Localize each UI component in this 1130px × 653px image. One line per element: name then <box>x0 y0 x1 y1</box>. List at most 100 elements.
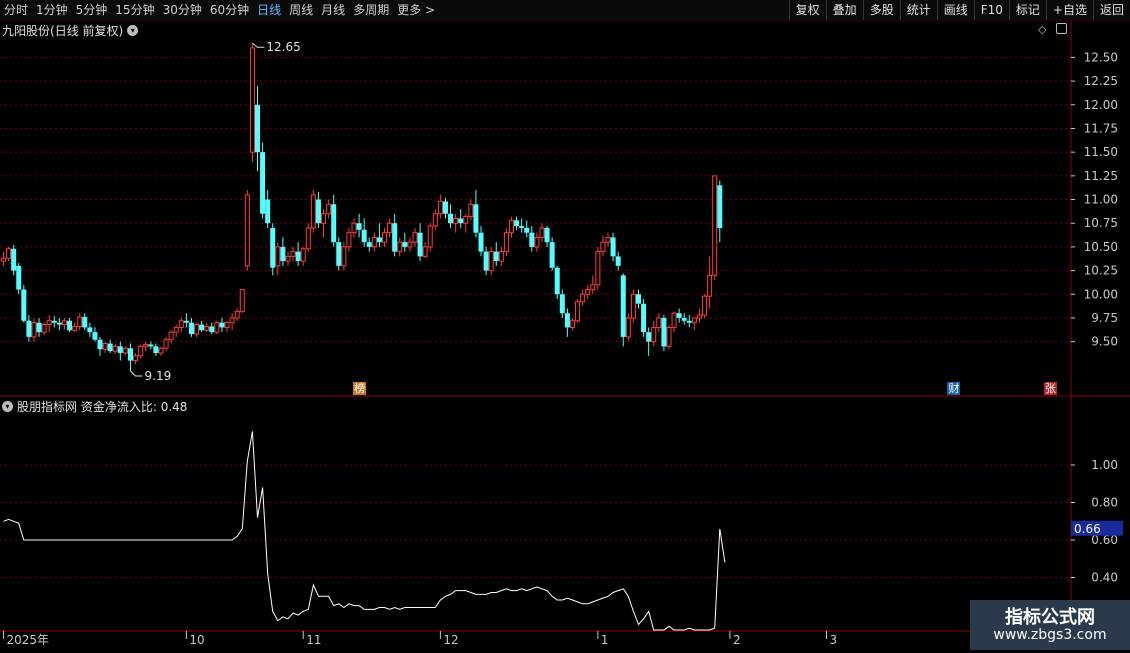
candle-body <box>524 227 530 233</box>
candle-body <box>417 232 423 257</box>
candle-body <box>569 320 575 328</box>
event-tag-2[interactable]: 张 <box>1043 382 1057 395</box>
indicator-value: 0.48 <box>160 399 188 414</box>
tab-9[interactable]: 多周期 <box>349 0 393 20</box>
candle-body <box>534 236 540 248</box>
tab-4[interactable]: 30分钟 <box>159 0 206 20</box>
chart-area[interactable]: 9.50 9.75 10.00 10.25 10.50 10.75 11.00 11.25 11… <box>0 21 1130 653</box>
toolbar-button-8[interactable]: 返回 <box>1092 0 1130 20</box>
time-tick-label: 10 <box>189 633 204 647</box>
candle-body <box>473 204 479 233</box>
candle-body <box>255 104 260 153</box>
toolbar-button-1[interactable]: 叠加 <box>825 0 863 20</box>
candle-body <box>199 324 205 331</box>
candle-body <box>539 227 545 238</box>
candle-body <box>178 320 184 328</box>
candle-body <box>387 222 393 234</box>
candle-body <box>87 327 93 333</box>
candle-body <box>636 294 641 304</box>
candle-body <box>36 322 42 333</box>
candle-body <box>300 248 306 262</box>
toolbar-button-6[interactable]: 标记 <box>1008 0 1046 20</box>
price-tick-label: 11.50 <box>1084 145 1118 159</box>
candle-body <box>326 203 332 215</box>
candle-body <box>366 242 372 247</box>
watermark-title: 指标公式网 <box>1005 607 1095 628</box>
toolbar-button-4[interactable]: 画线 <box>936 0 974 20</box>
toolbar-button-7[interactable]: +自选 <box>1045 0 1093 20</box>
candle-body <box>437 200 443 215</box>
low-marker-line <box>130 370 143 377</box>
candle-body <box>331 204 337 243</box>
candle-body <box>336 242 342 266</box>
candle-body <box>651 326 657 343</box>
candle-body <box>173 326 179 333</box>
candle-body <box>376 237 382 243</box>
candle-body <box>153 346 159 353</box>
price-tick-label: 11.00 <box>1084 193 1118 207</box>
price-tick-label: 10.75 <box>1084 216 1118 230</box>
low-price-label: 9.19 <box>145 369 172 383</box>
candle-body <box>666 326 672 347</box>
candle-body <box>214 322 220 333</box>
tab-8[interactable]: 月线 <box>317 0 349 20</box>
event-tag-0[interactable]: 榜 <box>353 382 367 395</box>
price-tick-label: 9.75 <box>1091 311 1118 325</box>
time-tick-label: 12 <box>443 633 458 647</box>
candle-body <box>580 293 586 303</box>
candle-body <box>239 289 245 312</box>
candle-body <box>122 347 128 354</box>
kline-chart-svg[interactable]: 9.509.7510.0010.2510.5010.7511.0011.2511… <box>0 21 1130 650</box>
event-tag-1[interactable]: 财 <box>947 382 961 395</box>
candle-body <box>448 213 454 224</box>
candle-body <box>590 284 596 291</box>
chevron-down-icon[interactable]: ▾ <box>2 401 13 412</box>
candle-body <box>260 152 266 214</box>
candle-body <box>341 246 347 267</box>
candle-body <box>402 242 408 247</box>
candle-body <box>382 232 387 243</box>
candle-body <box>158 347 164 354</box>
toolbar-button-5[interactable]: F10 <box>973 0 1009 20</box>
candle-body <box>26 320 32 337</box>
tab-7[interactable]: 周线 <box>285 0 317 20</box>
candle-body <box>244 194 250 267</box>
price-tick-label: 10.00 <box>1084 287 1118 301</box>
candle-body <box>681 317 687 321</box>
candle-body <box>229 317 235 324</box>
tab-0[interactable]: 分时 <box>0 0 32 20</box>
candle-body <box>661 317 667 347</box>
candle-body <box>397 241 403 253</box>
toolbar-button-3[interactable]: 统计 <box>899 0 937 20</box>
candle-body <box>519 226 525 228</box>
indicator-tick-label: 0.40 <box>1091 571 1118 585</box>
candle-body <box>458 218 464 224</box>
candle-body <box>204 325 210 331</box>
candle-body <box>224 322 230 328</box>
candle-body <box>483 251 489 271</box>
candle-body <box>265 199 271 224</box>
candle-body <box>290 251 296 257</box>
time-tick-label: 2 <box>733 633 741 647</box>
toolbar-button-2[interactable]: 多股 <box>862 0 900 20</box>
tab-10[interactable]: 更多 > <box>393 0 439 20</box>
candle-body <box>620 275 626 337</box>
indicator-title: ▾ 股朋指标网 资金净流入比: 0.48 <box>2 398 187 415</box>
tab-3[interactable]: 15分钟 <box>111 0 158 20</box>
candle-body <box>453 217 459 224</box>
candle-body <box>488 251 494 272</box>
candle-body <box>61 320 67 326</box>
candle-body <box>646 332 652 342</box>
toolbar-button-0[interactable]: 复权 <box>788 0 826 20</box>
tab-1[interactable]: 1分钟 <box>32 0 72 20</box>
tab-6[interactable]: 日线 <box>253 0 285 20</box>
candle-body <box>102 343 108 350</box>
candle-body <box>67 320 73 331</box>
candle-body <box>346 232 352 248</box>
indicator-series-line <box>3 431 726 631</box>
indicator-tick-label: 1.00 <box>1091 458 1118 472</box>
tab-5[interactable]: 60分钟 <box>206 0 253 20</box>
time-tick-label: 11 <box>306 633 321 647</box>
tab-2[interactable]: 5分钟 <box>72 0 112 20</box>
indicator-tick-label: 0.80 <box>1091 496 1118 510</box>
